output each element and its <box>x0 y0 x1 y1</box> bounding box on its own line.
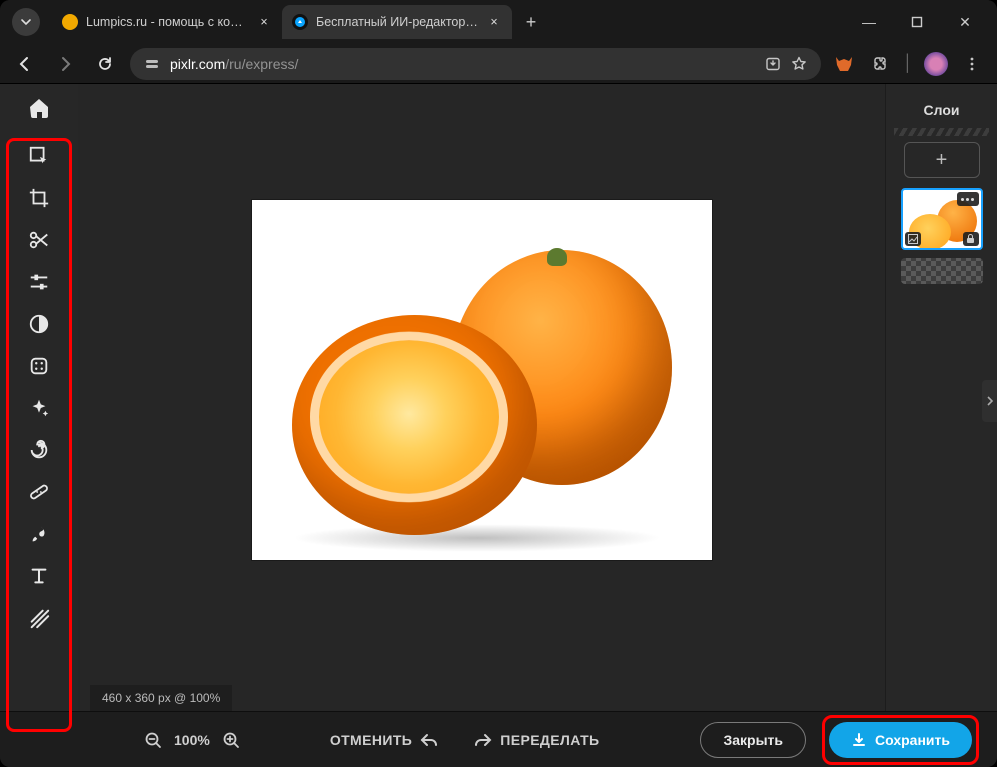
sliders-icon <box>28 271 50 293</box>
redo-icon <box>474 732 492 748</box>
save-label: Сохранить <box>875 732 950 748</box>
tool-cut[interactable] <box>17 220 61 260</box>
maximize-button[interactable] <box>895 7 939 37</box>
address-bar: pixlr.com/ru/express/ │ <box>0 44 997 84</box>
zoom-in-icon <box>222 731 240 749</box>
url-text: pixlr.com/ru/express/ <box>170 56 298 72</box>
spiral-icon <box>28 439 50 461</box>
tool-adjust[interactable] <box>17 262 61 302</box>
tool-ai[interactable] <box>17 388 61 428</box>
layer-thumbnail-active[interactable] <box>901 188 983 250</box>
tool-draw[interactable] <box>17 598 61 638</box>
zoom-controls: 100% <box>140 727 244 753</box>
favicon-pixlr-icon <box>292 14 308 30</box>
new-tab-button[interactable]: + <box>518 9 544 35</box>
site-settings-icon[interactable] <box>144 56 160 72</box>
layer-type-image-icon <box>905 232 921 246</box>
url-input[interactable]: pixlr.com/ru/express/ <box>130 48 821 80</box>
layer-options-button[interactable] <box>957 192 979 206</box>
titlebar: Lumpics.ru - помощь с компь × Бесплатный… <box>0 0 997 44</box>
maximize-icon <box>911 16 923 28</box>
extension-fox-icon[interactable] <box>831 51 857 77</box>
bottom-bar: 100% ОТМЕНИТЬ ПЕРЕДЕЛАТЬ Закрыть Сохрани… <box>0 711 997 767</box>
browser-window: Lumpics.ru - помощь с компь × Бесплатный… <box>0 0 997 767</box>
close-tab-icon[interactable]: × <box>486 14 502 30</box>
bandage-icon <box>28 481 50 503</box>
undo-icon <box>420 732 438 748</box>
tool-crop[interactable] <box>17 178 61 218</box>
avatar-icon <box>924 52 948 76</box>
add-layer-button[interactable]: + <box>904 142 980 178</box>
layers-title: Слои <box>894 92 989 128</box>
tool-heal[interactable] <box>17 472 61 512</box>
zoom-in-button[interactable] <box>218 727 244 753</box>
browser-tab-pixlr[interactable]: Бесплатный ИИ-редактор фот × <box>282 5 512 39</box>
canvas-area[interactable]: 460 x 360 px @ 100% <box>78 84 885 711</box>
redo-button[interactable]: ПЕРЕДЕЛАТЬ <box>464 726 609 754</box>
canvas-dimensions-label: 460 x 360 px @ 100% <box>90 685 232 711</box>
crop-icon <box>28 187 50 209</box>
zoom-out-icon <box>144 731 162 749</box>
redo-label: ПЕРЕДЕЛАТЬ <box>500 732 599 748</box>
text-icon <box>28 565 50 587</box>
image-shadow <box>292 524 662 552</box>
tool-contrast[interactable] <box>17 304 61 344</box>
undo-button[interactable]: ОТМЕНИТЬ <box>320 726 448 754</box>
close-label: Закрыть <box>723 732 783 748</box>
image-orange-half <box>292 315 537 535</box>
undo-label: ОТМЕНИТЬ <box>330 732 412 748</box>
back-button[interactable] <box>10 49 40 79</box>
layers-panel: Слои + <box>885 84 997 711</box>
panel-collapse-button[interactable] <box>982 380 997 422</box>
artboard[interactable] <box>252 200 712 560</box>
detail-icon <box>28 355 50 377</box>
chevron-down-icon <box>20 16 32 28</box>
pixlr-app: 460 x 360 px @ 100% Слои + <box>0 84 997 711</box>
zoom-value: 100% <box>174 732 210 748</box>
tool-select[interactable] <box>17 136 61 176</box>
close-button[interactable]: Закрыть <box>700 722 806 758</box>
zoom-out-button[interactable] <box>140 727 166 753</box>
panel-divider <box>894 128 989 136</box>
home-icon <box>27 96 51 120</box>
bookmark-star-icon[interactable] <box>791 56 807 72</box>
tool-text[interactable] <box>17 556 61 596</box>
tool-detail[interactable] <box>17 346 61 386</box>
download-icon <box>851 732 867 748</box>
close-tab-icon[interactable]: × <box>256 14 272 30</box>
tab-search-button[interactable] <box>12 8 40 36</box>
extensions-button[interactable] <box>867 51 893 77</box>
forward-button[interactable] <box>50 49 80 79</box>
contrast-icon <box>28 313 50 335</box>
tool-liquify[interactable] <box>17 430 61 470</box>
layer-lock-icon[interactable] <box>963 232 979 246</box>
hatch-icon <box>28 607 50 629</box>
select-icon <box>28 145 50 167</box>
minimize-button[interactable]: — <box>847 7 891 37</box>
close-window-button[interactable]: ✕ <box>943 7 987 37</box>
favicon-lumpics-icon <box>62 14 78 30</box>
home-button[interactable] <box>17 88 61 128</box>
install-app-icon[interactable] <box>765 56 781 72</box>
tab-title: Бесплатный ИИ-редактор фот <box>316 15 478 29</box>
tab-title: Lumpics.ru - помощь с компь <box>86 15 248 29</box>
save-button[interactable]: Сохранить <box>829 722 972 758</box>
brush-icon <box>28 523 50 545</box>
annotation-highlight-save: Сохранить <box>822 715 979 765</box>
tool-brush[interactable] <box>17 514 61 554</box>
sparkle-icon <box>28 397 50 419</box>
scissors-icon <box>28 229 50 251</box>
browser-tab-lumpics[interactable]: Lumpics.ru - помощь с компь × <box>52 5 282 39</box>
left-toolbar <box>0 84 78 711</box>
window-controls: — ✕ <box>847 7 987 37</box>
layer-background[interactable] <box>901 258 983 284</box>
profile-avatar[interactable] <box>923 51 949 77</box>
reload-button[interactable] <box>90 49 120 79</box>
chrome-menu-button[interactable] <box>959 51 985 77</box>
